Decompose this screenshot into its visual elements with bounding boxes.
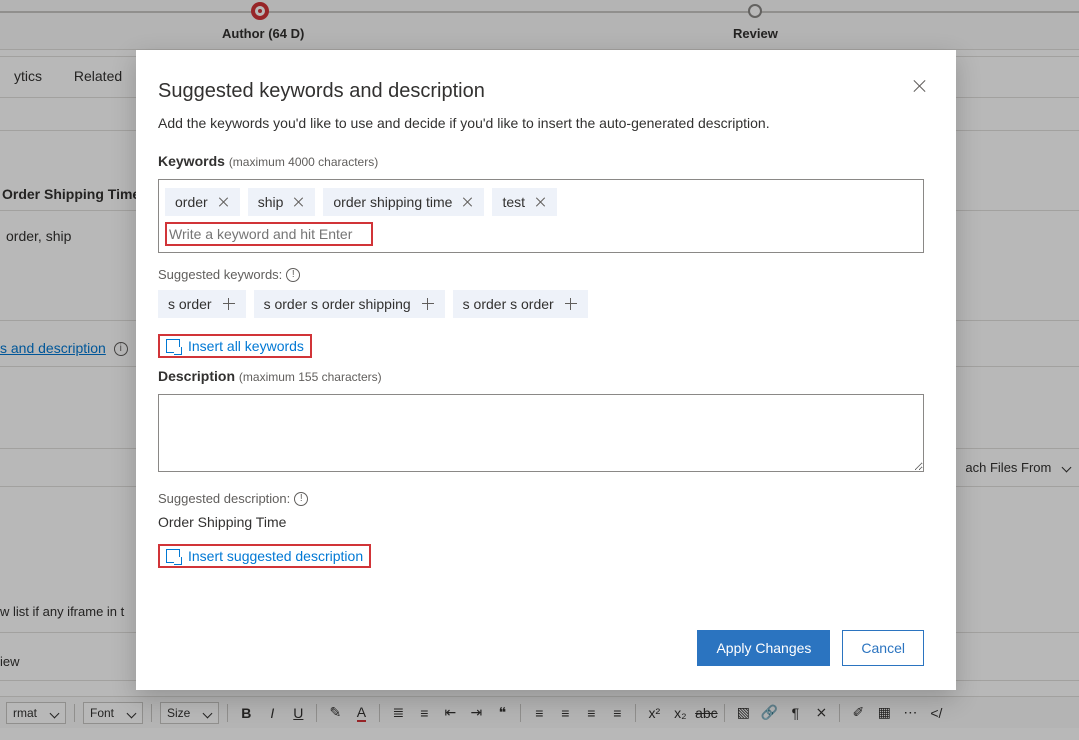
remove-icon[interactable] — [218, 196, 230, 208]
insert-all-keywords-link[interactable]: Insert all keywords — [166, 338, 304, 354]
suggested-keyword-chip[interactable]: s order — [158, 290, 246, 318]
suggested-keywords-dialog: Suggested keywords and description Add t… — [136, 50, 956, 690]
apply-changes-button[interactable]: Apply Changes — [697, 630, 830, 666]
dialog-title: Suggested keywords and description — [158, 80, 924, 103]
highlight-annotation: Insert suggested description — [158, 544, 371, 568]
apply-label: Apply Changes — [716, 640, 811, 656]
highlight-annotation: Insert all keywords — [158, 334, 312, 358]
remove-icon[interactable] — [535, 196, 547, 208]
suggested-keywords-text: Suggested keywords: — [158, 267, 282, 282]
cancel-button[interactable]: Cancel — [842, 630, 924, 666]
description-label-text: Description — [158, 368, 235, 384]
keywords-label-text: Keywords — [158, 153, 225, 169]
info-icon[interactable]: ! — [286, 268, 300, 282]
chip-label: s order — [168, 296, 212, 312]
chip-label: s order s order shipping — [264, 296, 411, 312]
keyword-chip-row: order ship order shipping time test — [165, 188, 917, 216]
suggested-description-label: Suggested description: ! — [158, 491, 924, 506]
highlight-annotation — [165, 222, 373, 246]
keyword-chip[interactable]: ship — [248, 188, 316, 216]
keyword-input[interactable] — [169, 224, 369, 244]
close-icon[interactable] — [912, 78, 928, 94]
remove-icon[interactable] — [293, 196, 305, 208]
remove-icon[interactable] — [462, 196, 474, 208]
dialog-subtitle: Add the keywords you'd like to use and d… — [158, 115, 924, 131]
chip-label: order — [175, 194, 208, 210]
insert-icon — [166, 339, 180, 353]
chip-label: order shipping time — [333, 194, 452, 210]
keywords-label: Keywords (maximum 4000 characters) — [158, 153, 924, 169]
keyword-chip[interactable]: test — [492, 188, 557, 216]
info-icon[interactable]: ! — [294, 492, 308, 506]
insert-all-label: Insert all keywords — [188, 338, 304, 354]
suggested-keywords-label: Suggested keywords: ! — [158, 267, 924, 282]
chip-label: test — [502, 194, 525, 210]
cancel-label: Cancel — [861, 640, 905, 656]
dialog-footer: Apply Changes Cancel — [697, 630, 924, 666]
insert-suggested-description-link[interactable]: Insert suggested description — [166, 548, 363, 564]
suggested-keywords-row: s order s order s order shipping s order… — [158, 290, 924, 318]
keyword-chip[interactable]: order — [165, 188, 240, 216]
suggested-description-text: Suggested description: — [158, 491, 290, 506]
suggested-description-value: Order Shipping Time — [158, 514, 924, 530]
chip-label: s order s order — [463, 296, 554, 312]
insert-icon — [166, 549, 180, 563]
chip-label: ship — [258, 194, 284, 210]
add-icon[interactable] — [564, 297, 578, 311]
description-hint: (maximum 155 characters) — [239, 370, 382, 384]
keyword-chip[interactable]: order shipping time — [323, 188, 484, 216]
keywords-hint: (maximum 4000 characters) — [229, 155, 378, 169]
description-label: Description (maximum 155 characters) — [158, 368, 924, 384]
add-icon[interactable] — [421, 297, 435, 311]
suggested-keyword-chip[interactable]: s order s order — [453, 290, 588, 318]
keywords-input-box[interactable]: order ship order shipping time test — [158, 179, 924, 253]
add-icon[interactable] — [222, 297, 236, 311]
description-textarea[interactable] — [158, 394, 924, 472]
suggested-keyword-chip[interactable]: s order s order shipping — [254, 290, 445, 318]
insert-desc-label: Insert suggested description — [188, 548, 363, 564]
